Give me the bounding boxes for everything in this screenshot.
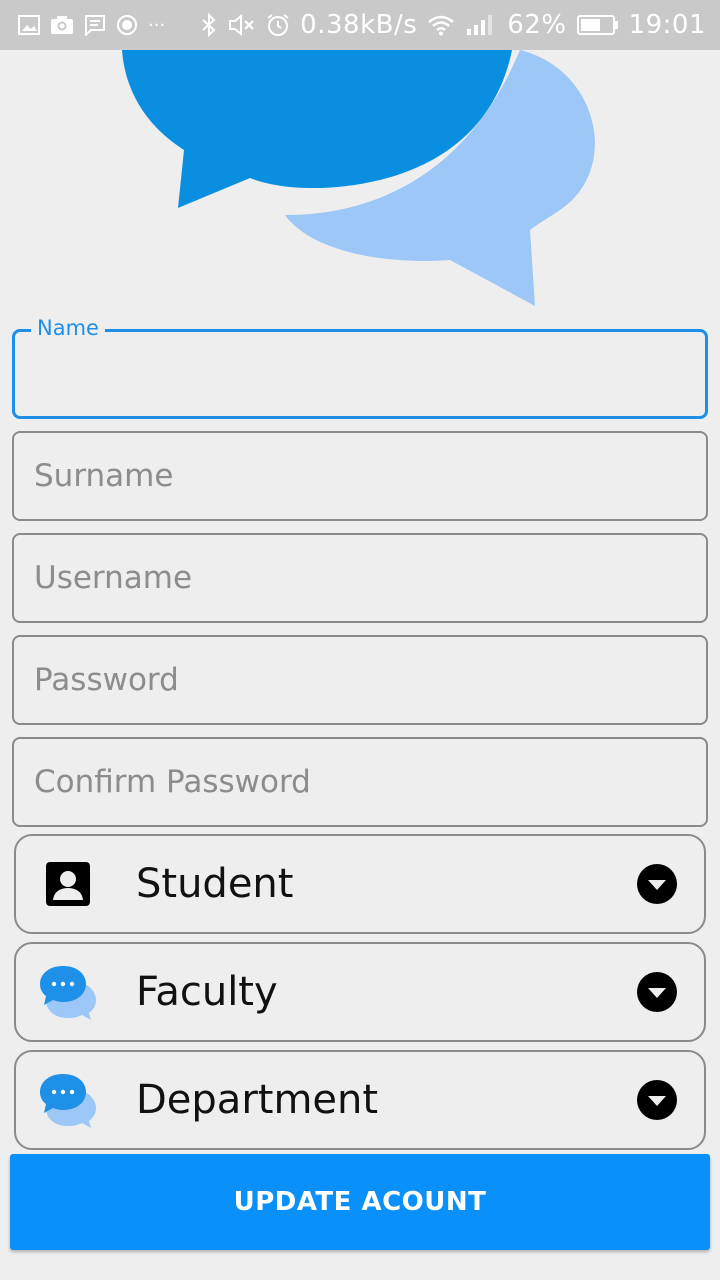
confirm-password-field[interactable] [12, 737, 708, 827]
alarm-icon [266, 13, 290, 37]
confirm-password-input[interactable] [14, 739, 706, 825]
password-input[interactable] [14, 637, 706, 723]
dropdown-arrow-icon[interactable] [636, 1079, 678, 1121]
more-icon: ··· [148, 14, 166, 36]
wifi-icon [427, 13, 455, 37]
status-bar-right: 0.38kB/s 62% 19:01 [200, 10, 706, 40]
dropdown-arrow-icon[interactable] [636, 863, 678, 905]
record-icon [116, 13, 138, 37]
name-field[interactable]: Name [12, 316, 708, 419]
bluetooth-icon [200, 13, 218, 37]
surname-field[interactable] [12, 431, 708, 521]
username-field[interactable] [12, 533, 708, 623]
update-account-button[interactable]: UPDATE ACOUNT [10, 1154, 710, 1250]
chat-bubbles-icon [38, 1070, 98, 1130]
account-box-icon [38, 854, 98, 914]
role-spinner-value: Student [136, 861, 294, 907]
battery-icon [576, 13, 619, 37]
network-speed: 0.38kB/s [300, 10, 418, 40]
dropdown-arrow-icon[interactable] [636, 971, 678, 1013]
image-icon [18, 13, 40, 37]
faculty-spinner-value: Faculty [136, 969, 278, 1015]
department-spinner-value: Department [136, 1077, 379, 1123]
chat-bubbles-icon [38, 962, 98, 1022]
department-spinner[interactable]: Department [14, 1050, 706, 1150]
chat-bubbles-logo [122, 50, 595, 306]
name-field-label: Name [31, 316, 105, 340]
app-logo [0, 50, 720, 320]
battery-percent: 62% [507, 10, 567, 40]
message-icon [84, 13, 106, 37]
status-bar-left: ··· [18, 13, 165, 37]
status-bar: ··· 0.38kB/s 62% 19:01 [0, 0, 720, 50]
camera-icon [50, 13, 74, 37]
username-input[interactable] [14, 535, 706, 621]
name-input[interactable] [15, 332, 705, 416]
mute-icon [228, 13, 256, 37]
password-field[interactable] [12, 635, 708, 725]
role-spinner[interactable]: Student [14, 834, 706, 934]
signal-icon [465, 13, 497, 37]
clock: 19:01 [628, 10, 706, 40]
faculty-spinner[interactable]: Faculty [14, 942, 706, 1042]
surname-input[interactable] [14, 433, 706, 519]
